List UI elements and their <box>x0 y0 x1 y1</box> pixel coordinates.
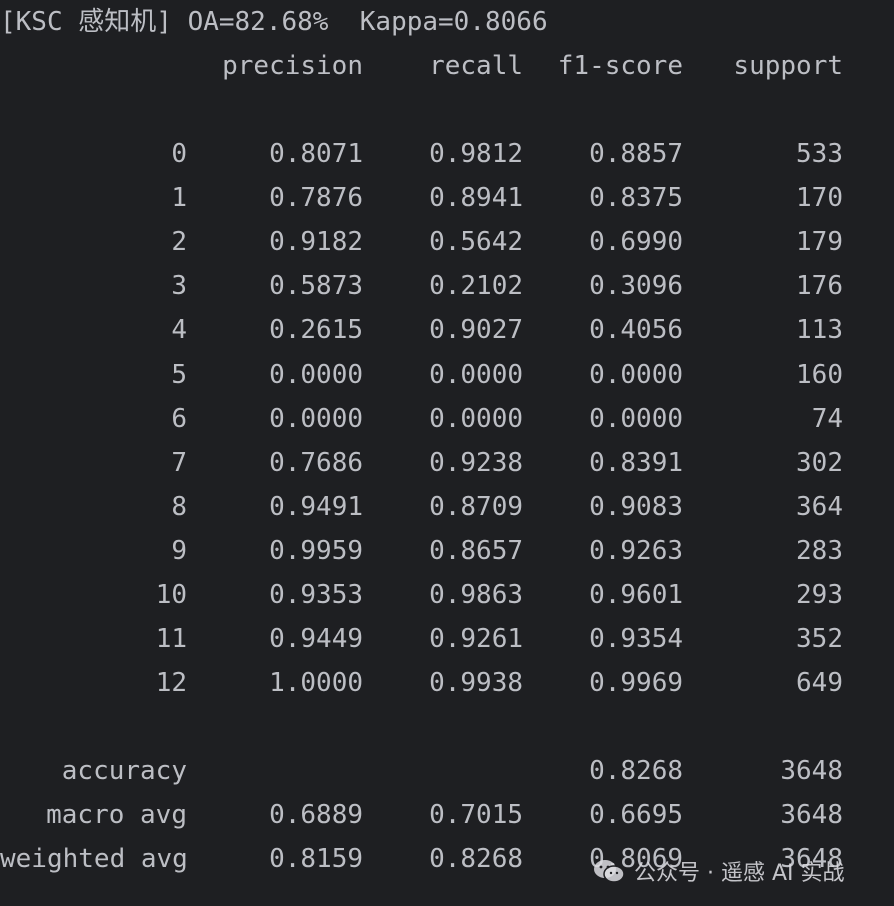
precision-value: 0.9353 <box>269 580 363 610</box>
precision-value: 0.6889 <box>269 800 363 830</box>
precision-value: 1.0000 <box>269 668 363 699</box>
f1-score-value: 0.4056 <box>589 315 683 346</box>
precision-value: 0.2615 <box>269 315 363 346</box>
row-label: 12 <box>155 668 187 699</box>
row-label: accuracy <box>61 756 187 786</box>
f1-score-value: 0.9601 <box>589 580 683 610</box>
row-label: 4 <box>171 315 187 346</box>
support-value: 283 <box>796 535 843 566</box>
column-header-f1-score: f1-score <box>557 51 683 81</box>
f1-score-value: 0.9083 <box>589 491 683 522</box>
recall-value: 0.9238 <box>429 447 523 478</box>
precision-value: 0.9491 <box>269 491 363 522</box>
recall-value: 0.9863 <box>429 580 523 610</box>
f1-score-value: 0.8857 <box>589 139 683 169</box>
support-value: 170 <box>796 183 843 214</box>
f1-score-value: 0.9354 <box>589 624 683 655</box>
f1-score-value: 0.6990 <box>589 227 683 258</box>
recall-value: 0.7015 <box>429 800 523 830</box>
row-label: 2 <box>171 227 187 258</box>
support-value: 3648 <box>780 800 843 830</box>
row-label: 11 <box>155 624 187 655</box>
console-output: [KSC 感知机] OA=82.68% Kappa=0.8066 precisi… <box>0 0 894 906</box>
precision-value: 0.7686 <box>269 447 363 478</box>
recall-value: 0.9027 <box>429 315 523 346</box>
recall-value: 0.5642 <box>429 227 523 258</box>
precision-value: 0.0000 <box>269 403 363 434</box>
row-label: 3 <box>171 271 187 302</box>
result-header: [KSC 感知机] OA=82.68% Kappa=0.8066 <box>0 7 548 37</box>
recall-value: 0.8268 <box>429 844 523 874</box>
column-header-row: precision recall f1-score support <box>0 48 843 84</box>
precision-value: 0.8071 <box>269 139 363 169</box>
row-label: macro avg <box>46 800 187 830</box>
support-value: 179 <box>796 227 843 258</box>
support-value: 160 <box>796 359 843 390</box>
precision-value: 0.9449 <box>269 624 363 655</box>
support-value: 293 <box>796 580 843 610</box>
f1-score-value: 0.9969 <box>589 668 683 699</box>
row-label: 1 <box>171 183 187 214</box>
recall-value: 0.8941 <box>429 183 523 214</box>
recall-value: 0.9938 <box>429 668 523 699</box>
f1-score-value: 0.9263 <box>589 535 683 566</box>
precision-value: 0.7876 <box>269 183 363 214</box>
row-label: 6 <box>171 403 187 434</box>
precision-value: 0.9182 <box>269 227 363 258</box>
f1-score-value: 0.0000 <box>589 359 683 390</box>
column-header-support: support <box>733 51 843 81</box>
recall-value: 0.9812 <box>429 139 523 169</box>
f1-score-value: 0.0000 <box>589 403 683 434</box>
f1-score-value: 0.8268 <box>589 756 683 786</box>
f1-score-value: 0.8375 <box>589 183 683 214</box>
precision-value: 0.9959 <box>269 535 363 566</box>
f1-score-value: 0.8391 <box>589 447 683 478</box>
support-value: 74 <box>811 403 843 434</box>
row-label: 5 <box>171 359 187 390</box>
recall-value: 0.9261 <box>429 624 523 655</box>
support-value: 364 <box>796 491 843 522</box>
support-value: 352 <box>796 624 843 655</box>
row-label: 10 <box>155 580 187 610</box>
watermark: 公众号 · 遥感 AI 实战 <box>592 852 845 890</box>
recall-value: 0.8709 <box>429 491 523 522</box>
f1-score-value: 0.3096 <box>589 271 683 302</box>
column-header-recall: recall <box>429 51 523 81</box>
support-value: 113 <box>796 315 843 346</box>
wechat-icon <box>594 860 625 883</box>
precision-value: 0.5873 <box>269 271 363 302</box>
f1-score-value: 0.6695 <box>589 800 683 830</box>
recall-value: 0.0000 <box>429 359 523 390</box>
row-label: 7 <box>171 447 187 478</box>
row-label: 0 <box>171 139 187 169</box>
watermark-text: 公众号 · 遥感 AI 实战 <box>634 861 845 886</box>
row-label: 9 <box>171 535 187 566</box>
column-header-precision: precision <box>222 51 363 81</box>
row-label: weighted avg <box>0 844 188 874</box>
precision-value: 0.8159 <box>269 844 363 874</box>
support-value: 176 <box>796 271 843 302</box>
recall-value: 0.8657 <box>429 535 523 566</box>
support-value: 3648 <box>780 756 843 786</box>
recall-value: 0.0000 <box>429 403 523 434</box>
row-label: 8 <box>171 491 187 522</box>
support-value: 302 <box>796 447 843 478</box>
support-value: 649 <box>796 668 843 699</box>
support-value: 533 <box>796 139 843 169</box>
precision-value: 0.0000 <box>269 359 363 390</box>
recall-value: 0.2102 <box>429 271 523 302</box>
